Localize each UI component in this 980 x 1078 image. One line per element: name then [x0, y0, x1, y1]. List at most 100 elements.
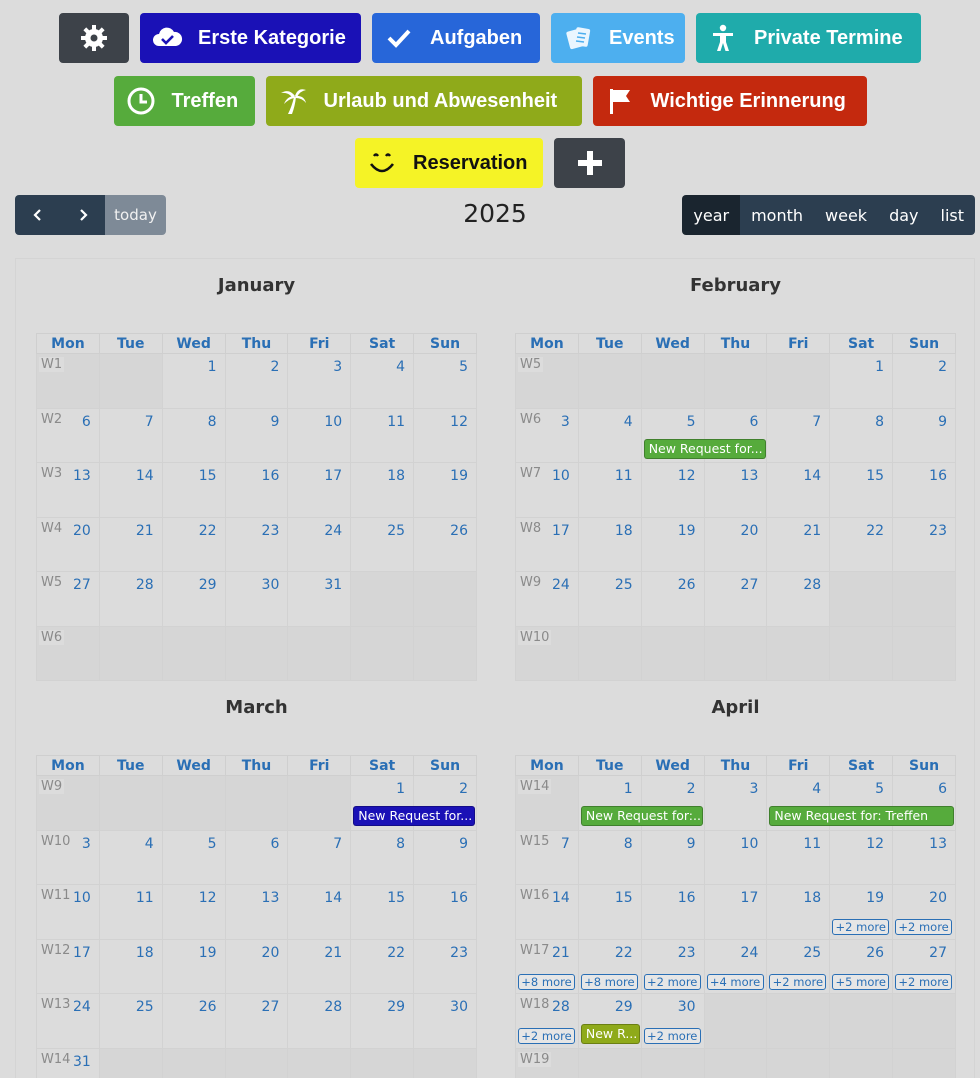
day-number[interactable]: 22	[615, 945, 633, 961]
day-number[interactable]: 17	[73, 945, 91, 961]
week-number[interactable]: W5	[518, 357, 544, 372]
day-number[interactable]: 9	[938, 414, 947, 430]
day-cell[interactable]: 23	[413, 938, 477, 994]
day-cell[interactable]: 1	[829, 353, 894, 409]
day-cell[interactable]: 14	[766, 462, 831, 518]
more-events-link[interactable]: +2 more	[518, 1028, 575, 1044]
day-number[interactable]: 13	[741, 468, 759, 484]
day-number[interactable]: 12	[866, 836, 884, 852]
day-cell[interactable]: 16	[224, 462, 289, 518]
day-cell[interactable]: W6	[36, 625, 100, 681]
day-cell[interactable]: 1 New Request for:...	[577, 775, 703, 831]
day-cell[interactable]	[703, 993, 768, 1049]
day-number[interactable]: 5	[208, 836, 217, 852]
day-cell[interactable]: 19 +2 more	[829, 884, 894, 940]
day-number[interactable]: 11	[615, 468, 633, 484]
day-cell[interactable]	[892, 571, 956, 627]
day-cell[interactable]: 10	[287, 407, 352, 463]
day-number[interactable]: 16	[678, 890, 696, 906]
day-cell[interactable]: 31	[287, 571, 352, 627]
day-cell[interactable]: 9	[640, 829, 705, 885]
day-number[interactable]: 25	[803, 945, 821, 961]
day-cell[interactable]	[161, 1047, 226, 1078]
day-number[interactable]: 7	[561, 836, 570, 852]
day-cell[interactable]	[829, 993, 894, 1049]
day-cell[interactable]: 3	[287, 353, 352, 409]
prev-button[interactable]	[15, 195, 60, 235]
day-number[interactable]: 27	[262, 999, 280, 1015]
day-cell[interactable]: 26	[161, 993, 226, 1049]
category-erste-kategorie-button[interactable]: Erste Kategorie	[140, 13, 361, 63]
day-number[interactable]: 25	[387, 523, 405, 539]
day-cell[interactable]: 20 W4	[36, 516, 100, 572]
day-number[interactable]: 8	[624, 836, 633, 852]
day-cell[interactable]: 11	[350, 407, 415, 463]
day-number[interactable]: 29	[199, 577, 217, 593]
day-cell[interactable]: W14	[515, 775, 579, 831]
day-cell[interactable]: 22 +8 more	[577, 938, 642, 994]
day-number[interactable]: 19	[199, 945, 217, 961]
day-number[interactable]: 15	[866, 468, 884, 484]
day-number[interactable]: 29	[615, 999, 633, 1015]
day-cell[interactable]: 1 New Request for...	[350, 775, 476, 831]
day-cell[interactable]: 13	[224, 884, 289, 940]
day-cell[interactable]: W9	[36, 775, 100, 831]
day-cell[interactable]	[829, 625, 894, 681]
day-cell[interactable]: 18	[98, 938, 163, 994]
category-urlaub-button[interactable]: Urlaub und Abwesenheit	[265, 76, 582, 126]
day-cell[interactable]: 23	[892, 516, 956, 572]
day-number[interactable]: 28	[803, 577, 821, 593]
view-month-button[interactable]: month	[740, 195, 815, 235]
day-number[interactable]: 14	[324, 890, 342, 906]
day-number[interactable]: 5	[875, 781, 884, 797]
day-number[interactable]: 2	[687, 781, 696, 797]
day-cell[interactable]: 6	[703, 407, 768, 463]
day-number[interactable]: 23	[262, 523, 280, 539]
day-cell[interactable]: 1	[161, 353, 226, 409]
day-cell[interactable]: 17 W8	[515, 516, 579, 572]
day-cell[interactable]: 10 W11	[36, 884, 100, 940]
day-cell[interactable]: 2	[413, 775, 477, 831]
day-number[interactable]: 27	[73, 577, 91, 593]
day-cell[interactable]	[577, 353, 642, 409]
day-number[interactable]: 25	[136, 999, 154, 1015]
week-number[interactable]: W7	[518, 466, 544, 481]
view-day-button[interactable]: day	[878, 195, 930, 235]
day-cell[interactable]: 24	[287, 516, 352, 572]
day-cell[interactable]	[98, 1047, 163, 1078]
day-cell[interactable]: 25 +2 more	[766, 938, 831, 994]
week-number[interactable]: W11	[39, 888, 73, 903]
day-number[interactable]: 11	[387, 414, 405, 430]
day-number[interactable]: 18	[136, 945, 154, 961]
day-number[interactable]: 19	[678, 523, 696, 539]
day-cell[interactable]	[98, 775, 163, 831]
day-cell[interactable]: 28	[766, 571, 831, 627]
day-cell[interactable]: 12	[829, 829, 894, 885]
day-number[interactable]: 11	[803, 836, 821, 852]
day-cell[interactable]: 15	[350, 884, 415, 940]
day-number[interactable]: 30	[262, 577, 280, 593]
day-cell[interactable]: 17 W12	[36, 938, 100, 994]
day-number[interactable]: 17	[741, 890, 759, 906]
day-cell[interactable]: 21	[766, 516, 831, 572]
day-cell[interactable]: 8	[829, 407, 894, 463]
day-cell[interactable]: 5	[829, 775, 894, 831]
day-number[interactable]: 17	[324, 468, 342, 484]
day-number[interactable]: 2	[459, 781, 468, 797]
more-events-link[interactable]: +2 more	[643, 1028, 701, 1044]
week-number[interactable]: W6	[518, 411, 544, 427]
day-number[interactable]: 3	[82, 836, 91, 852]
day-cell[interactable]	[892, 625, 956, 681]
day-cell[interactable]	[577, 625, 642, 681]
day-cell[interactable]	[829, 1047, 894, 1078]
day-number[interactable]: 28	[324, 999, 342, 1015]
day-number[interactable]: 6	[270, 836, 279, 852]
day-cell[interactable]: 27	[224, 993, 289, 1049]
day-cell[interactable]	[829, 571, 894, 627]
day-number[interactable]: 6	[749, 414, 758, 430]
week-number[interactable]: W10	[518, 629, 552, 645]
week-number[interactable]: W10	[39, 833, 73, 849]
day-cell[interactable]: 15	[161, 462, 226, 518]
day-number[interactable]: 24	[324, 523, 342, 539]
calendar-event[interactable]: New R...	[580, 1024, 640, 1044]
